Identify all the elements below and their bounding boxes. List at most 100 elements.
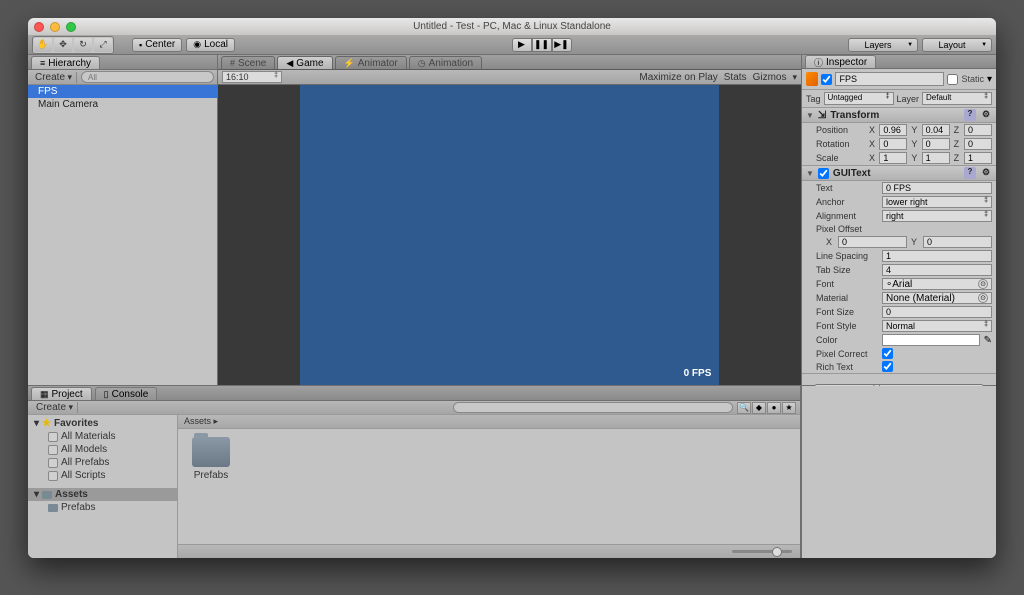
stats-toggle[interactable]: Stats: [724, 72, 747, 83]
star-icon: ★: [42, 418, 51, 429]
gameobject-name-field[interactable]: [835, 72, 944, 86]
project-create-button[interactable]: Create ▾: [32, 402, 78, 413]
fontsize-field[interactable]: [882, 306, 992, 318]
material-field[interactable]: None (Material)⊙: [882, 292, 992, 304]
tree-item[interactable]: All Scripts: [28, 469, 177, 482]
object-picker-icon[interactable]: ⊙: [978, 279, 988, 289]
guitext-enabled-checkbox[interactable]: [818, 168, 829, 179]
search-icon: [48, 432, 58, 442]
linespacing-field[interactable]: [882, 250, 992, 262]
console-tab[interactable]: ▯ Console: [95, 387, 158, 400]
hierarchy-tab[interactable]: ≡ Hierarchy: [31, 56, 100, 69]
transform-icon: ⇲: [818, 110, 826, 121]
window-title: Untitled - Test - PC, Mac & Linux Standa…: [28, 21, 996, 32]
gameobject-icon[interactable]: [806, 72, 818, 86]
tab-animator[interactable]: ⚡ Animator: [335, 56, 407, 69]
object-picker-icon[interactable]: ⊙: [978, 293, 988, 303]
tree-item[interactable]: All Prefabs: [28, 456, 177, 469]
tag-label: Tag: [806, 94, 821, 104]
color-field[interactable]: [882, 334, 980, 346]
center-area: # Scene ◀ Game ⚡ Animator ◷ Animation 16…: [218, 55, 801, 385]
gameobject-enabled-checkbox[interactable]: [821, 74, 832, 85]
transform-tools: ✋ ✥ ↻ ⤢: [32, 36, 114, 54]
hierarchy-list[interactable]: FPS Main Camera: [28, 85, 217, 385]
guitext-header[interactable]: ▼ GUIText ? ⚙: [802, 166, 996, 181]
position-y-field[interactable]: [922, 124, 950, 136]
project-tree[interactable]: ▾★Favorites All Materials All Models All…: [28, 415, 178, 558]
static-checkbox[interactable]: [947, 74, 958, 85]
pivot-local-button[interactable]: ◉ Local: [186, 38, 235, 52]
anchor-dropdown[interactable]: lower right: [882, 196, 992, 208]
folder-icon: [192, 437, 230, 467]
tree-item[interactable]: All Models: [28, 443, 177, 456]
hierarchy-create-button[interactable]: Create ▾: [31, 72, 77, 83]
game-view[interactable]: 0 FPS: [218, 85, 801, 385]
gear-icon[interactable]: ⚙: [980, 167, 992, 179]
maximize-toggle[interactable]: Maximize on Play: [639, 72, 717, 83]
static-label: Static: [961, 74, 984, 84]
tab-animation[interactable]: ◷ Animation: [409, 56, 482, 69]
project-grid[interactable]: Prefabs: [178, 429, 800, 544]
layer-dropdown[interactable]: Default: [922, 92, 992, 105]
rotate-tool[interactable]: ↻: [74, 38, 92, 52]
inspector-bottom-spacer: [801, 386, 996, 558]
fontstyle-dropdown[interactable]: Normal: [882, 320, 992, 332]
tag-dropdown[interactable]: Untagged: [824, 92, 894, 105]
filter-label-icon[interactable]: ●: [767, 402, 781, 414]
layout-dropdown[interactable]: Layout: [922, 38, 992, 52]
titlebar: Untitled - Test - PC, Mac & Linux Standa…: [28, 18, 996, 35]
breadcrumb[interactable]: Assets ▸: [178, 415, 800, 429]
pixeloffset-x-field[interactable]: [838, 236, 907, 248]
position-z-field[interactable]: [964, 124, 992, 136]
position-x-field[interactable]: [879, 124, 907, 136]
grid-item[interactable]: Prefabs: [186, 437, 236, 481]
tree-item[interactable]: All Materials: [28, 430, 177, 443]
rotation-z-field[interactable]: [964, 138, 992, 150]
move-tool[interactable]: ✥: [54, 38, 72, 52]
pivot-center-button[interactable]: ▪ Center: [132, 38, 182, 52]
grid-size-slider[interactable]: [732, 550, 792, 553]
game-canvas: 0 FPS: [300, 85, 720, 385]
pixelcorrect-checkbox[interactable]: [882, 348, 893, 359]
rotation-x-field[interactable]: [879, 138, 907, 150]
save-search-icon[interactable]: ★: [782, 402, 796, 414]
tab-scene[interactable]: # Scene: [221, 56, 275, 69]
help-icon[interactable]: ?: [964, 109, 976, 121]
help-icon[interactable]: ?: [964, 167, 976, 179]
scale-z-field[interactable]: [964, 152, 992, 164]
filter-type-icon[interactable]: ◆: [752, 402, 766, 414]
tab-game[interactable]: ◀ Game: [277, 56, 332, 69]
guitext-text-field[interactable]: [882, 182, 992, 194]
hierarchy-search-input[interactable]: [81, 71, 214, 83]
tree-item[interactable]: Prefabs: [28, 501, 177, 514]
hierarchy-item[interactable]: FPS: [28, 85, 217, 98]
search-icon: [48, 471, 58, 481]
search-filter-icon[interactable]: 🔍: [737, 402, 751, 414]
pause-button[interactable]: ❚❚: [532, 38, 552, 52]
guitext-component: ▼ GUIText ? ⚙ Text Anchorlower right Ali…: [802, 166, 996, 374]
editor-window: Untitled - Test - PC, Mac & Linux Standa…: [28, 18, 996, 558]
step-button[interactable]: ▶❚: [552, 38, 572, 52]
font-field[interactable]: ∘ Arial⊙: [882, 278, 992, 290]
alignment-dropdown[interactable]: right: [882, 210, 992, 222]
layers-dropdown[interactable]: Layers: [848, 38, 918, 52]
gizmos-toggle[interactable]: Gizmos: [753, 72, 787, 83]
hand-tool[interactable]: ✋: [34, 38, 52, 52]
hierarchy-item[interactable]: Main Camera: [28, 98, 217, 111]
aspect-dropdown[interactable]: 16:10: [222, 71, 282, 83]
project-panel: ▦ Project ▯ Console Create ▾ 🔍 ◆ ● ★ ▾★F…: [28, 386, 801, 558]
transform-header[interactable]: ▼⇲ Transform ? ⚙: [802, 108, 996, 123]
project-search-input[interactable]: [453, 402, 733, 413]
pixeloffset-y-field[interactable]: [923, 236, 992, 248]
gear-icon[interactable]: ⚙: [980, 109, 992, 121]
inspector-tab[interactable]: ⓘ Inspector: [805, 55, 876, 68]
search-icon: [48, 458, 58, 468]
tabsize-field[interactable]: [882, 264, 992, 276]
project-tab[interactable]: ▦ Project: [31, 387, 92, 400]
play-button[interactable]: ▶: [512, 38, 532, 52]
scale-x-field[interactable]: [879, 152, 907, 164]
richtext-checkbox[interactable]: [882, 361, 893, 372]
scale-tool[interactable]: ⤢: [94, 38, 112, 52]
scale-y-field[interactable]: [922, 152, 950, 164]
rotation-y-field[interactable]: [922, 138, 950, 150]
